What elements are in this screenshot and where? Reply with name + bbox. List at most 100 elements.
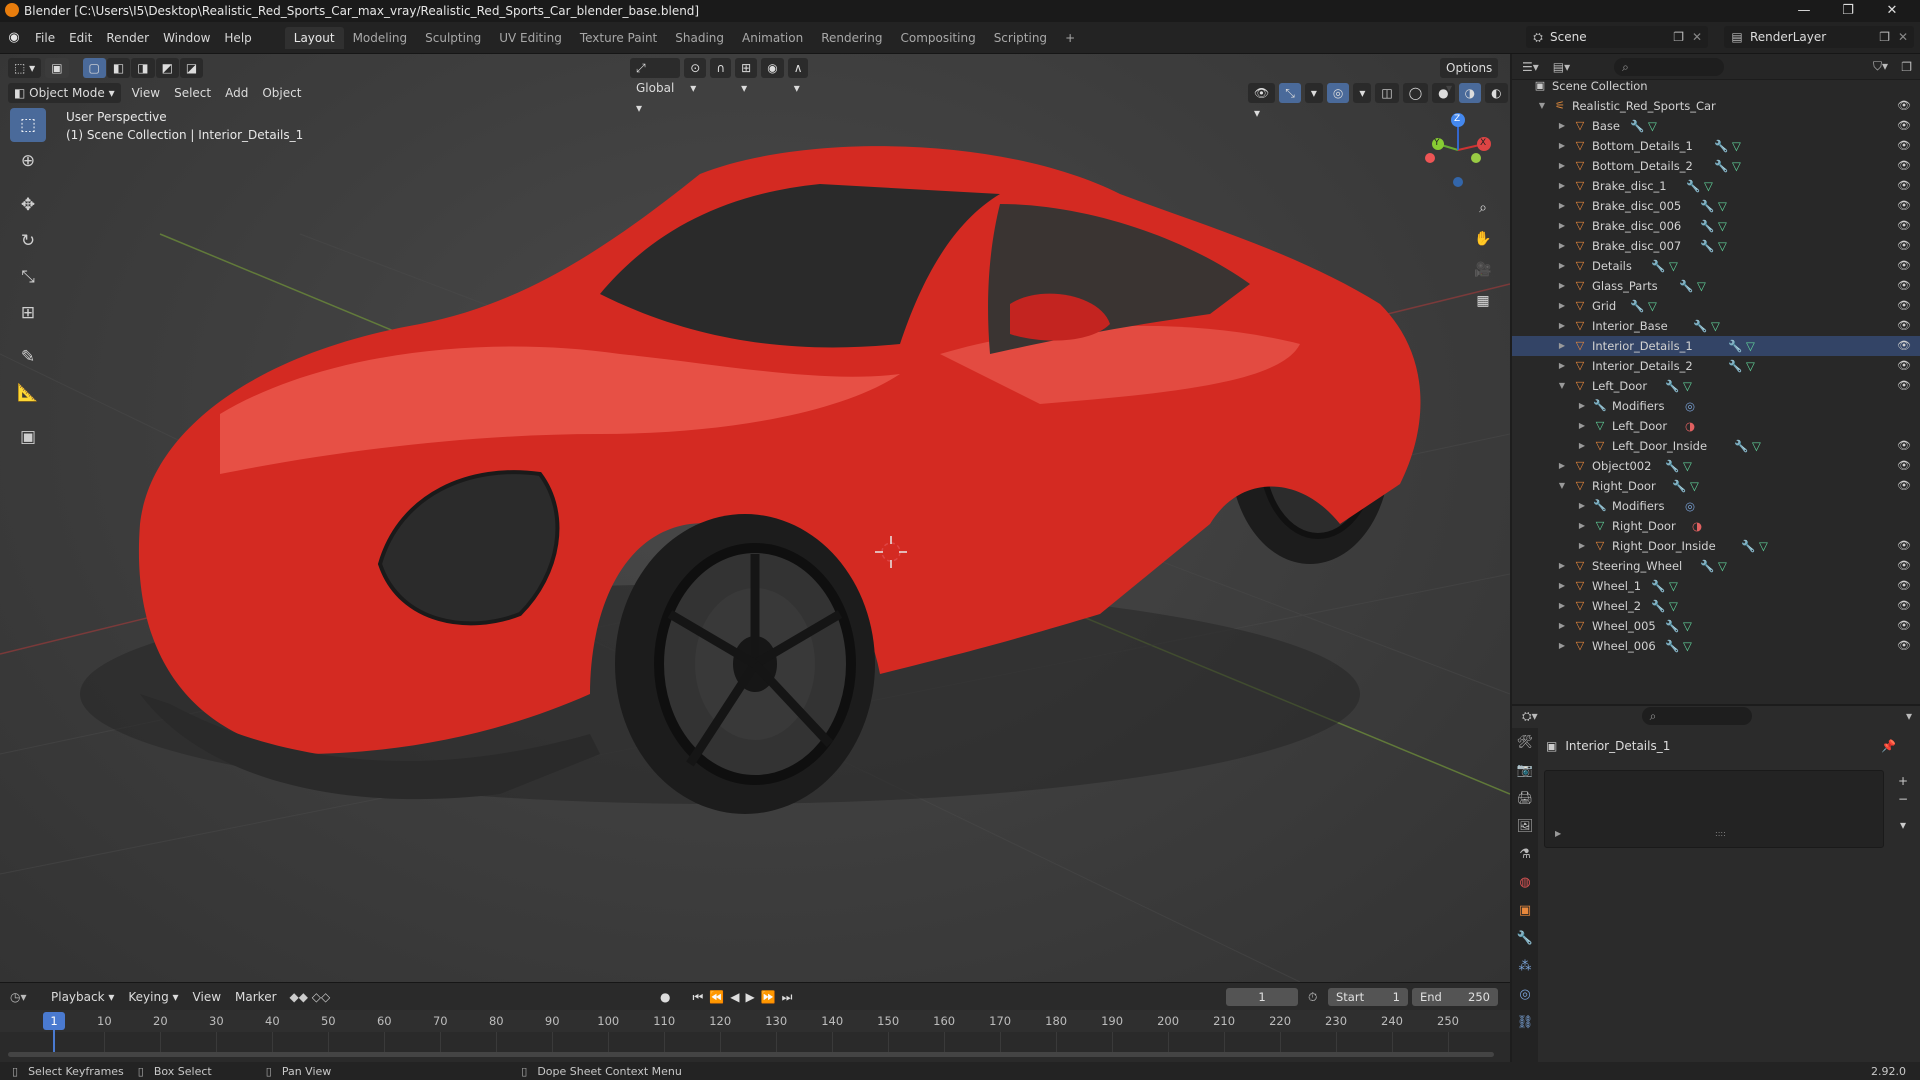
- expand-icon[interactable]: ▶: [1556, 256, 1568, 276]
- mode-dropdown[interactable]: ◧ Object Mode ▾: [8, 83, 121, 103]
- visibility-eye-icon[interactable]: 👁: [1896, 136, 1912, 156]
- expand-icon[interactable]: ▶: [1576, 396, 1588, 416]
- visibility-eye-icon[interactable]: 👁: [1896, 296, 1912, 316]
- minimize-button[interactable]: —: [1782, 0, 1826, 22]
- material-shading-icon[interactable]: ◑: [1458, 83, 1482, 103]
- gizmo-toggle-icon[interactable]: ⤡: [1279, 83, 1301, 103]
- tab-rendering[interactable]: Rendering: [812, 27, 891, 49]
- expand-icon[interactable]: ▶: [1556, 616, 1568, 636]
- outliner-item-interior-details-2[interactable]: ▶ ▽ Interior_Details_2 🔧 ▽ 👁: [1512, 356, 1920, 376]
- menu-timeline-view[interactable]: View: [186, 987, 228, 1007]
- end-frame-field[interactable]: End 250: [1412, 988, 1498, 1006]
- expand-icon[interactable]: ▶: [1556, 236, 1568, 256]
- expand-icon[interactable]: ▶: [1556, 296, 1568, 316]
- outliner-item-wheel-1[interactable]: ▶ ▽ Wheel_1 🔧 ▽ 👁: [1512, 576, 1920, 596]
- menu-window[interactable]: Window: [156, 27, 217, 49]
- add-slot-button[interactable]: +: [1894, 772, 1912, 790]
- menu-add[interactable]: Add: [218, 83, 255, 103]
- add-cube-tool-icon[interactable]: ▣: [10, 420, 46, 454]
- jump-end-icon[interactable]: ⏭: [782, 990, 793, 1005]
- keyframe-icons[interactable]: ◆◆ ◇◇: [290, 990, 331, 1004]
- outliner-item-wheel-006[interactable]: ▶ ▽ Wheel_006 🔧 ▽ 👁: [1512, 636, 1920, 656]
- outliner-item-right-door[interactable]: ▼ ▽ Right_Door 🔧 ▽ 👁: [1512, 476, 1920, 496]
- visibility-eye-icon[interactable]: 👁: [1896, 216, 1912, 236]
- visibility-eye-icon[interactable]: 👁: [1896, 556, 1912, 576]
- snap-target-dropdown[interactable]: ⊞ ▾: [735, 58, 758, 95]
- visibility-eye-icon[interactable]: 👁: [1896, 156, 1912, 176]
- visibility-eye-icon[interactable]: 👁: [1896, 616, 1912, 636]
- visibility-eye-icon[interactable]: 👁: [1896, 436, 1912, 456]
- expand-icon[interactable]: ▶: [1556, 216, 1568, 236]
- solid-shading-icon[interactable]: ●: [1432, 83, 1455, 103]
- tab-shading[interactable]: Shading: [666, 27, 733, 49]
- expand-icon[interactable]: ▶: [1576, 496, 1588, 516]
- 3d-viewport[interactable]: [0, 54, 1510, 982]
- visibility-eye-icon[interactable]: 👁: [1896, 196, 1912, 216]
- timeline-scrollbar[interactable]: [8, 1052, 1494, 1057]
- add-workspace-button[interactable]: +: [1056, 27, 1084, 49]
- record-icon[interactable]: ●: [660, 990, 670, 1004]
- expand-icon[interactable]: ▶: [1556, 356, 1568, 376]
- outliner-item-right-door[interactable]: ▶ ▽ Right_Door ◑: [1512, 516, 1920, 536]
- rendered-shading-icon[interactable]: ◐: [1485, 83, 1508, 103]
- menu-playback[interactable]: Playback ▾: [44, 987, 121, 1007]
- outliner-item-steering-wheel[interactable]: ▶ ▽ Steering_Wheel 🔧 ▽ 👁: [1512, 556, 1920, 576]
- move-tool-icon[interactable]: ✥: [10, 188, 46, 222]
- tab-sculpting[interactable]: Sculpting: [416, 27, 490, 49]
- visibility-eye-icon[interactable]: 👁: [1896, 116, 1912, 136]
- select-extend-icon[interactable]: ◧: [106, 58, 131, 78]
- expand-icon[interactable]: ▶: [1556, 176, 1568, 196]
- collapse-icon[interactable]: ▼: [1556, 376, 1568, 396]
- visibility-eye-icon[interactable]: 👁: [1896, 636, 1912, 656]
- particle-properties-icon[interactable]: ⁂: [1512, 952, 1538, 980]
- expand-icon[interactable]: ▶: [1556, 596, 1568, 616]
- overlay-dropdown-icon[interactable]: ▾: [1353, 83, 1372, 103]
- constraint-properties-icon[interactable]: ⛓: [1512, 1008, 1538, 1036]
- outliner-item-left-door[interactable]: ▶ ▽ Left_Door ◑: [1512, 416, 1920, 436]
- blender-menu-icon[interactable]: ◉: [0, 30, 28, 45]
- expand-icon[interactable]: ▶: [1576, 516, 1588, 536]
- expand-icon[interactable]: ▶: [1576, 416, 1588, 436]
- outliner-collection[interactable]: ▼ ⚟ Realistic_Red_Sports_Car 👁: [1512, 96, 1920, 116]
- transform-orientation-dropdown[interactable]: ⤢ Global ▾: [630, 58, 681, 115]
- properties-editor-icon[interactable]: ⛭▾: [1522, 709, 1538, 724]
- select-intersect-icon[interactable]: ◪: [179, 58, 204, 78]
- visibility-eye-icon[interactable]: 👁: [1896, 456, 1912, 476]
- outliner-item-right-door-inside[interactable]: ▶ ▽ Right_Door_Inside 🔧 ▽ 👁: [1512, 536, 1920, 556]
- tab-uv-editing[interactable]: UV Editing: [490, 27, 571, 49]
- tab-scripting[interactable]: Scripting: [985, 27, 1056, 49]
- proportional-falloff-dropdown[interactable]: ∧ ▾: [787, 58, 809, 95]
- jump-start-icon[interactable]: ⏮: [692, 990, 703, 1005]
- xray-toggle-icon[interactable]: ◫: [1375, 83, 1399, 103]
- properties-options-icon[interactable]: ▾: [1906, 709, 1912, 723]
- outliner-item-wheel-005[interactable]: ▶ ▽ Wheel_005 🔧 ▽ 👁: [1512, 616, 1920, 636]
- expand-icon[interactable]: ▶: [1556, 136, 1568, 156]
- physics-properties-icon[interactable]: ◎: [1512, 980, 1538, 1008]
- pin-icon[interactable]: 📌: [1881, 739, 1896, 753]
- menu-object[interactable]: Object: [255, 83, 308, 103]
- modifier-properties-icon[interactable]: 🔧: [1512, 924, 1538, 952]
- current-frame-field[interactable]: 1: [1226, 988, 1298, 1006]
- outliner-item-object002[interactable]: ▶ ▽ Object002 🔧 ▽ 👁: [1512, 456, 1920, 476]
- outliner-search-input[interactable]: ⌕: [1614, 57, 1725, 76]
- expand-icon[interactable]: ▶: [1556, 276, 1568, 296]
- display-mode-icon[interactable]: ▤▾: [1553, 60, 1570, 74]
- outliner-scene-collection[interactable]: ▣ Scene Collection: [1512, 76, 1920, 96]
- tab-modeling[interactable]: Modeling: [344, 27, 417, 49]
- outliner-item-glass-parts[interactable]: ▶ ▽ Glass_Parts 🔧 ▽ 👁: [1512, 276, 1920, 296]
- material-slot-list[interactable]: ▶ ::::: [1544, 770, 1884, 848]
- visibility-eye-icon[interactable]: 👁: [1896, 576, 1912, 596]
- select-subtract-icon[interactable]: ◨: [131, 58, 155, 78]
- menu-edit[interactable]: Edit: [62, 27, 99, 49]
- outliner-item-modifiers[interactable]: ▶ 🔧 Modifiers ◎: [1512, 496, 1920, 516]
- timeline-editor-icon[interactable]: ◷▾: [10, 990, 44, 1004]
- visibility-eye-icon[interactable]: 👁: [1896, 376, 1912, 396]
- snap-toggle[interactable]: ∩: [710, 58, 732, 78]
- outliner-item-left-door[interactable]: ▼ ▽ Left_Door 🔧 ▽ 👁: [1512, 376, 1920, 396]
- properties-search-input[interactable]: ⌕: [1641, 707, 1752, 725]
- menu-keying[interactable]: Keying ▾: [121, 987, 185, 1007]
- outliner-item-left-door-inside[interactable]: ▶ ▽ Left_Door_Inside 🔧 ▽ 👁: [1512, 436, 1920, 456]
- visibility-eye-icon[interactable]: 👁: [1896, 236, 1912, 256]
- list-expand-icon[interactable]: ▶: [1555, 829, 1561, 838]
- menu-render[interactable]: Render: [99, 27, 156, 49]
